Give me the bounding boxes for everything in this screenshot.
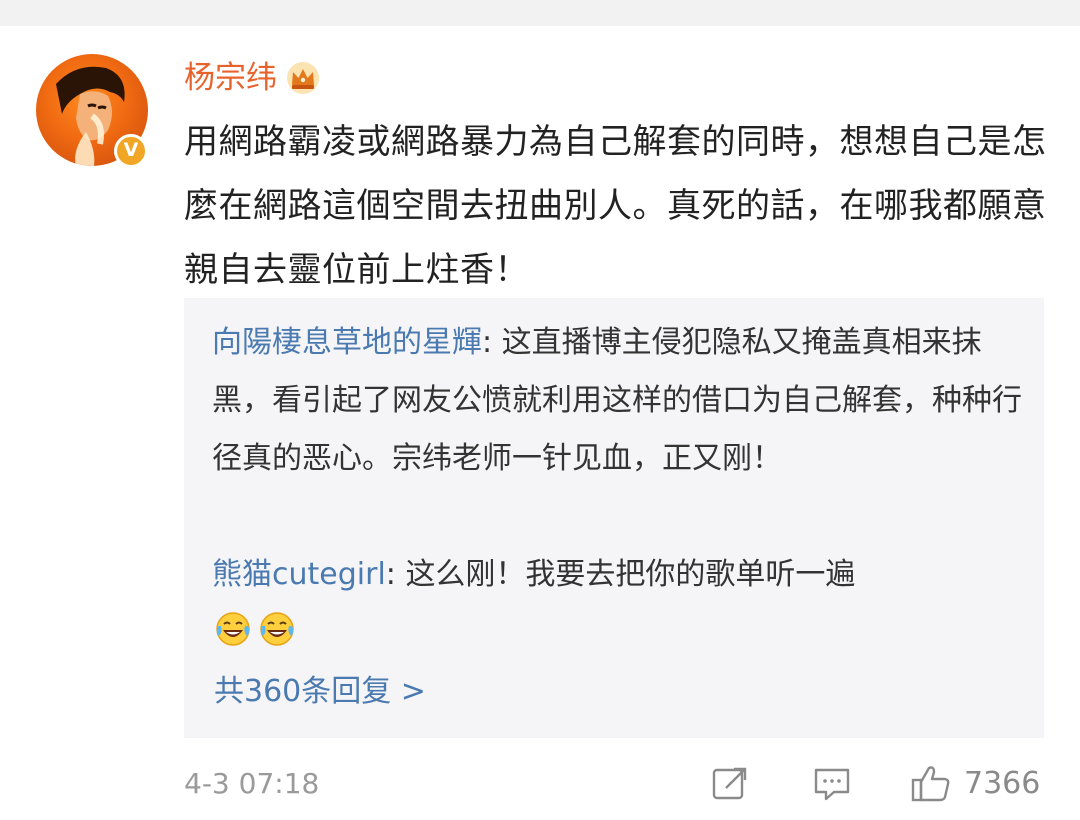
timestamp: 4-3 07:18 [184, 767, 320, 800]
reply-separator: : [385, 557, 406, 592]
comment-text: 用網路霸凌或網路暴力為自己解套的同時，想想自己是怎麼在網路這個空間去扭曲別人。真… [184, 122, 1047, 290]
more-replies-link[interactable]: 共360条回复 > [214, 670, 426, 714]
thumbs-up-icon[interactable] [910, 762, 952, 804]
reply-item[interactable]: 熊猫cutegirl: 这么刚！我要去把你的歌单听一遍 [212, 546, 1022, 604]
comment-header: 杨宗纬 [184, 56, 321, 100]
replies-box[interactable]: 向陽棲息草地的星輝: 这直播博主侵犯隐私又掩盖真相来抹黑，看引起了网友公愤就利用… [184, 298, 1044, 738]
laugh-cry-icon [216, 612, 250, 646]
reply-author[interactable]: 向陽棲息草地的星輝 [212, 325, 482, 360]
reply-author[interactable]: 熊猫cutegirl [212, 557, 386, 592]
username[interactable]: 杨宗纬 [184, 56, 277, 100]
reply-emoji-row [214, 610, 296, 648]
top-divider-strip [0, 0, 1080, 26]
comment-card: V 杨宗纬 用網路霸凌或網路暴力為自己解套的同時，想想自己是怎麼在網路這個空間去… [0, 26, 1080, 820]
reply-separator: : [482, 325, 502, 360]
reply-text: 这么刚！我要去把你的歌单听一遍 [405, 557, 856, 592]
comment-icon[interactable] [812, 764, 852, 804]
reply-item[interactable]: 向陽棲息草地的星輝: 这直播博主侵犯隐私又掩盖真相来抹黑，看引起了网友公愤就利用… [212, 314, 1022, 488]
crown-icon[interactable] [285, 60, 321, 96]
like-count: 7366 [964, 766, 1041, 801]
laugh-cry-icon [260, 612, 294, 646]
verified-badge-icon: V [114, 134, 148, 168]
repost-icon[interactable] [710, 764, 750, 804]
comment-footer: 4-3 07:18 7366 [0, 760, 1080, 808]
